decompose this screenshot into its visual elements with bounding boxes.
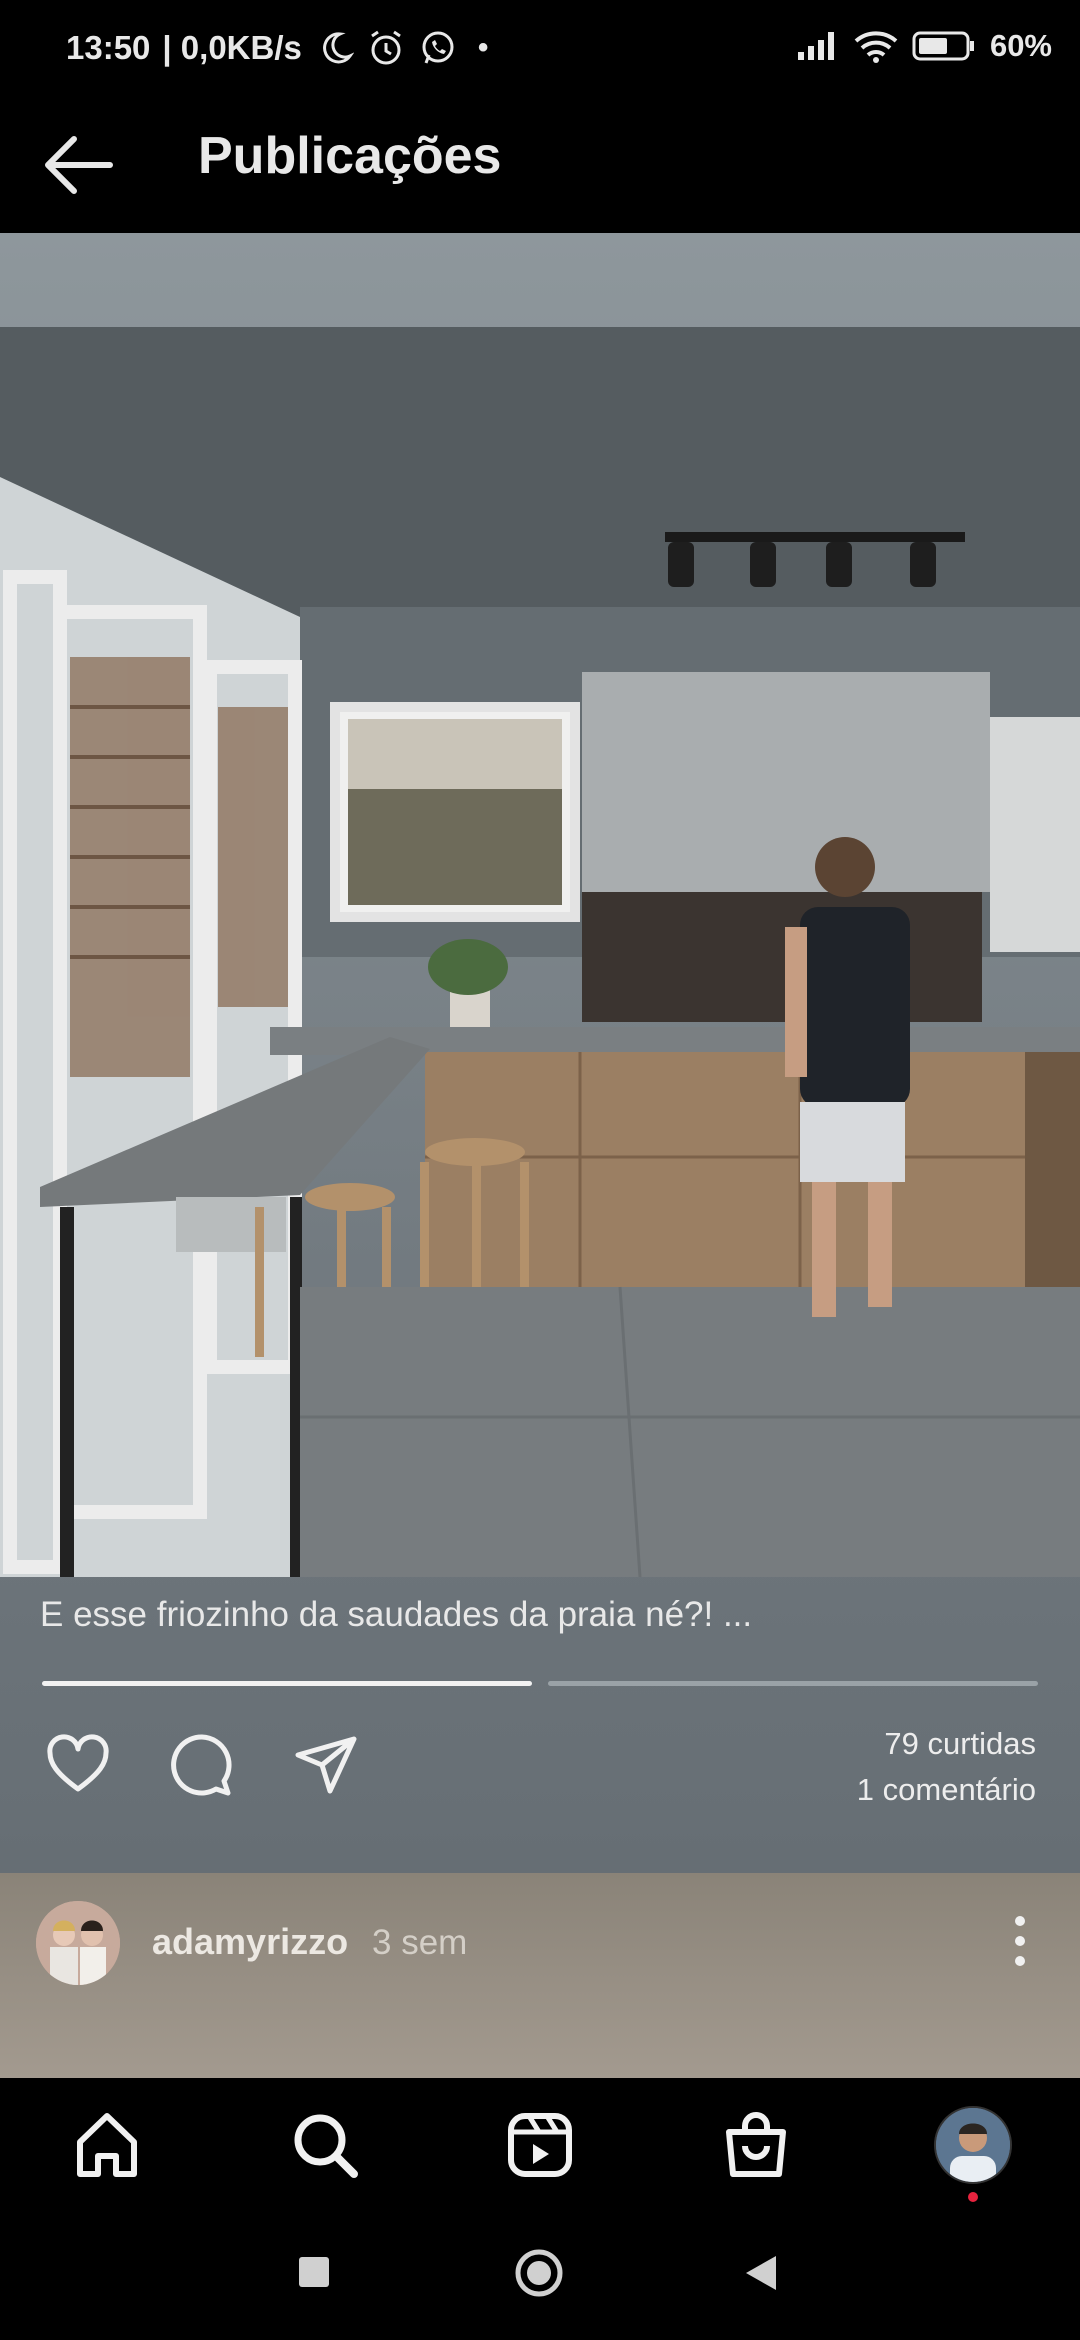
reels-icon[interactable] [503,2108,577,2182]
status-network-speed: | 0,0KB/s [162,29,302,66]
post-card: E esse friozinho da saudades da praia né… [0,233,1080,1873]
wifi-icon [854,31,898,63]
avatar-image [36,1901,120,1985]
moon-icon [323,32,354,64]
post-actions [44,1731,360,1799]
status-time: 13:50 [66,29,151,66]
battery-icon [912,31,974,61]
carousel-progress-active [42,1681,532,1686]
status-dot-icon: • [477,31,489,64]
post-time: 3 sem [372,1923,468,1962]
profile-avatar-image [936,2108,1010,2182]
arrow-left-icon[interactable] [40,130,116,200]
home-icon[interactable] [70,2108,144,2182]
post-author-bar: adamyrizzo 3 sem [0,1873,1080,2078]
home-circle-icon[interactable] [514,2248,564,2298]
notification-dot [968,2192,978,2202]
heart-icon[interactable] [44,1731,112,1799]
whatsapp-icon [422,31,454,64]
page-title: Publicações [198,127,502,185]
status-bar: 13:50 | 0,0KB/s • 60% [0,0,1080,100]
vertical-ellipsis-icon[interactable] [1010,1911,1030,1971]
carousel-progress-inactive [548,1681,1038,1686]
alarm-icon [371,30,401,65]
system-nav-bar [0,2208,1080,2340]
paper-plane-icon[interactable] [292,1731,360,1799]
post-caption[interactable]: E esse friozinho da saudades da praia né… [40,1595,752,1635]
signal-icon [797,32,834,60]
back-triangle-icon[interactable] [744,2254,778,2292]
recents-square-icon[interactable] [298,2256,330,2288]
comment-bubble-icon[interactable] [168,1731,236,1799]
bottom-nav [0,2078,1080,2208]
post-photo[interactable] [0,327,1080,1577]
search-icon[interactable] [288,2108,362,2182]
battery-level: 60% [989,28,1052,63]
likes-count[interactable]: 79 curtidas [857,1721,1036,1767]
profile-avatar[interactable] [934,2106,1012,2184]
author-username[interactable]: adamyrizzo [152,1921,348,1963]
shop-bag-icon[interactable] [719,2108,793,2182]
comments-count[interactable]: 1 comentário [857,1767,1036,1813]
header: Publicações [0,100,1080,233]
avatar[interactable] [36,1901,120,1985]
post-stats: 79 curtidas 1 comentário [857,1721,1036,1813]
